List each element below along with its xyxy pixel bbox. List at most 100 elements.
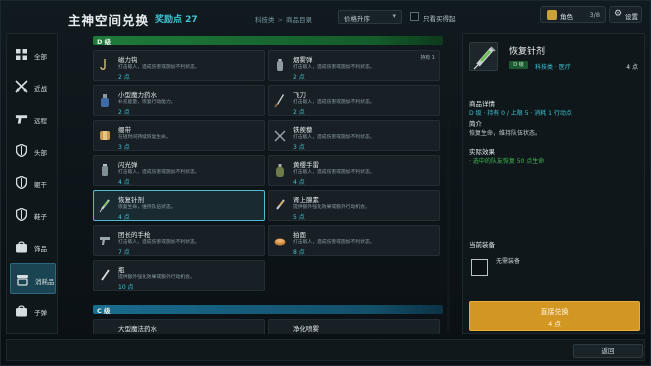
breadcrumb-catalog: 商品目录 [285, 16, 312, 24]
settings-button[interactable]: ⚙ 设置 [609, 6, 642, 23]
sidebar-item-torso[interactable]: 躯干 [10, 167, 56, 198]
detail-category: 科技类 · 医疗 [535, 64, 571, 71]
item-desc: 打击敌人，造成伤害或施加不利状态。 [118, 65, 200, 70]
item-card[interactable]: 烟雾弹 打击敌人，造成伤害或施加不利状态。 2 点 持有 1 [268, 50, 440, 81]
equip-heading: 当前装备 [469, 241, 495, 249]
item-price: 5 点 [293, 214, 305, 221]
details-line-text: D 级 · 持有 0 / 上限 5 · 消耗 1 行动点 [469, 110, 572, 117]
syringe-icon [99, 198, 111, 213]
detail-item-name: 恢复针剂 [509, 47, 546, 57]
sidebar-item-melee[interactable]: 近战 [10, 71, 56, 102]
effect-heading: 实际效果 [469, 148, 495, 156]
sidebar-item-ammo[interactable]: 子弹 [10, 295, 56, 326]
item-detail-panel: 恢复针剂 D 级 科技类 · 医疗 4 点 商品详情 D 级 · 持有 0 / … [462, 33, 645, 334]
item-card[interactable]: 大型魔法药水 [93, 319, 265, 334]
item-price: 10 点 [118, 284, 134, 291]
knife-icon [274, 93, 286, 108]
item-desc: 在短时间持续恢复生命。 [118, 135, 171, 140]
item-price: 4 点 [293, 179, 305, 186]
sidebar-item-accessory[interactable]: 饰品 [10, 231, 56, 262]
item-name: 净化喷雾 [293, 325, 319, 333]
item-card[interactable]: 磁力钩 打击敌人，造成伤害或施加不利状态。 2 点 [93, 50, 265, 81]
character-label: 角色 [560, 13, 573, 21]
sort-dropdown[interactable]: 价格升序 ▾ [338, 10, 402, 24]
item-price: 4 点 [118, 214, 130, 221]
item-desc: 提供额外强化效果或额外行动机会。 [118, 275, 195, 280]
item-price: 8 点 [293, 249, 305, 256]
only-affordable-checkbox[interactable] [410, 12, 419, 21]
item-card[interactable]: 拍面 打击敌人，造成伤害或施加不利状态。 8 点 [268, 225, 440, 256]
footer-bar: 返回 [6, 339, 645, 361]
sidebar-item-label: 近战 [34, 85, 47, 93]
back-button[interactable]: 返回 [573, 344, 643, 358]
equip-none-label: 无需装备 [496, 258, 521, 265]
redeem-button[interactable]: 直接兑换 4 点 [469, 301, 640, 331]
item-name: 大型魔法药水 [118, 325, 157, 333]
item-desc: 打击敌人，造成伤害或施加不利状态。 [118, 240, 200, 245]
item-card[interactable]: 小型魔力药水 补充能量，恢复行动能力。 2 点 [93, 85, 265, 116]
item-price: 3 点 [293, 144, 305, 151]
item-card[interactable]: 黄缨手雷 打击敌人，造成伤害或施加不利状态。 4 点 [268, 155, 440, 186]
sidebar-item-label: 头部 [34, 149, 47, 157]
caltrops-icon [274, 128, 286, 143]
pistol-icon [15, 112, 28, 125]
character-count: 3/8 [589, 11, 600, 19]
item-desc: 打击敌人，造成伤害或施加不利状态。 [118, 170, 200, 175]
intro-heading: 简介 [469, 120, 482, 128]
potion-icon [99, 93, 111, 108]
item-card[interactable]: 团长的手枪 打击敌人，造成伤害或施加不利状态。 7 点 [93, 225, 265, 256]
redeem-button-label: 直接兑换 [540, 308, 569, 316]
breadcrumb-tech[interactable]: 科技类 [255, 16, 275, 24]
breadcrumb-separator: > [277, 16, 283, 24]
redeem-button-price: 4 点 [548, 320, 561, 328]
grade-badge: D 级 [509, 61, 528, 69]
sidebar-item-label: 躯干 [34, 181, 47, 189]
item-card[interactable]: 净化喷雾 [268, 319, 440, 334]
details-line: D 级 · 持有 0 / 上限 5 · 消耗 1 行动点 [469, 108, 572, 117]
grenade-icon [274, 163, 286, 178]
item-price: 2 点 [293, 109, 305, 116]
item-desc: 提供额外强化效果或额外行动机会。 [293, 205, 370, 210]
sidebar-item-ranged[interactable]: 远程 [10, 103, 56, 134]
sidebar-item-label: 饰品 [34, 245, 47, 253]
intro-text: 恢复生命，维持队伍状态。 [469, 130, 542, 137]
breadcrumb: 科技类 > 商品目录 [255, 14, 312, 24]
item-card-selected[interactable]: 恢复针剂 恢复生命，维持队伍状态。 4 点 [93, 190, 265, 221]
grade-d-header: D 级 [93, 36, 443, 46]
effect-text: · 选中的队友恢复 50 点生命 [469, 158, 545, 165]
syringe-icon [274, 198, 286, 213]
grenade-icon [274, 58, 286, 73]
sidebar-item-consumables[interactable]: 消耗品 [10, 263, 56, 294]
category-sidebar: 全部 近战 远程 头部 躯干 鞋子 饰品 消耗品 子弹 [6, 33, 58, 334]
bandage-icon [99, 128, 111, 143]
item-card[interactable]: 铁蒺藜 打击敌人，造成伤害或施加不利状态。 3 点 [268, 120, 440, 151]
flashbang-icon [99, 163, 111, 178]
item-price: 3 点 [118, 144, 130, 151]
item-card[interactable]: 飞刀 打击敌人，造成伤害或施加不利状态。 2 点 [268, 85, 440, 116]
syringe-icon [469, 42, 498, 71]
food-icon [274, 233, 286, 248]
sidebar-item-all[interactable]: 全部 [10, 39, 56, 70]
only-affordable-label: 只看买得起 [423, 15, 456, 23]
bag-icon [15, 240, 28, 253]
item-desc: 打击敌人，造成伤害或施加不利状态。 [293, 100, 375, 105]
item-card[interactable]: 闪光弹 打击敌人，造成伤害或施加不利状态。 4 点 [93, 155, 265, 186]
sidebar-item-label: 远程 [34, 117, 47, 125]
sidebar-item-label: 鞋子 [34, 213, 47, 221]
item-desc: 打击敌人，造成伤害或施加不利状态。 [293, 135, 375, 140]
list-scrollbar[interactable] [447, 37, 450, 332]
item-desc: 打击敌人，造成伤害或施加不利状态。 [293, 65, 375, 70]
crossed-swords-icon [15, 80, 28, 93]
sidebar-item-shoes[interactable]: 鞋子 [10, 199, 56, 230]
item-desc: 恢复生命，维持队伍状态。 [118, 205, 176, 210]
sidebar-item-label: 消耗品 [35, 278, 55, 286]
pistol-icon [99, 233, 111, 248]
detail-price: 4 点 [626, 64, 638, 71]
potion-icon [16, 273, 29, 286]
item-stock: 持有 1 [420, 55, 435, 61]
sidebar-item-head[interactable]: 头部 [10, 135, 56, 166]
item-card[interactable]: 瓶 提供额外强化效果或额外行动机会。 10 点 [93, 260, 265, 291]
item-card[interactable]: 绷带 在短时间持续恢复生命。 3 点 [93, 120, 265, 151]
character-button[interactable]: 角色 3/8 [540, 6, 606, 23]
item-card[interactable]: 肾上腺素 提供额外强化效果或额外行动机会。 5 点 [268, 190, 440, 221]
